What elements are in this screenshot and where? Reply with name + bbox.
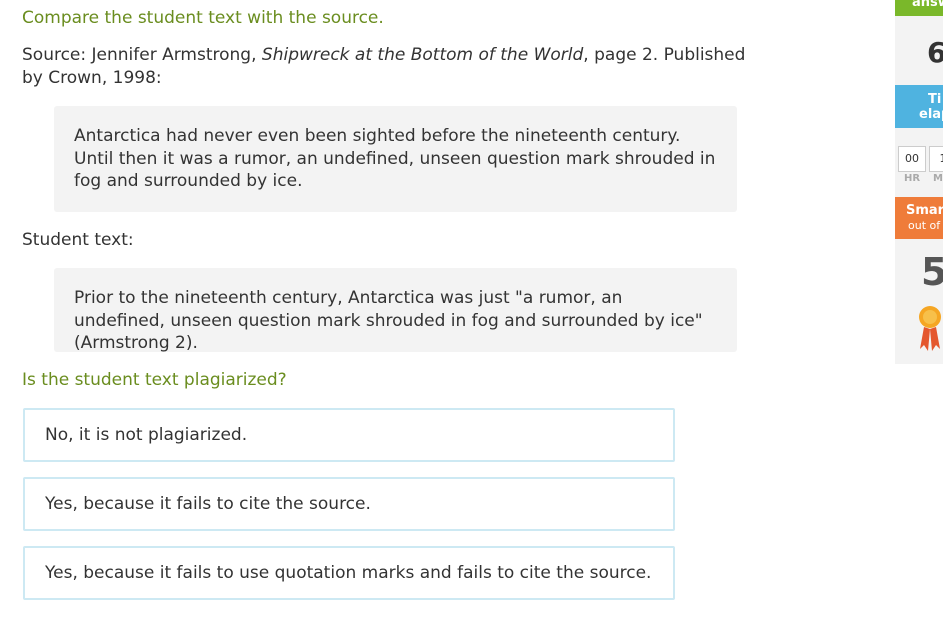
answer-choice-fails-to-cite[interactable]: Yes, because it fails to cite the source… [23, 477, 675, 531]
student-quote-box: Prior to the nineteenth century, Antarct… [54, 268, 737, 353]
answer-choice-not-plagiarized[interactable]: No, it is not plagiarized. [23, 408, 675, 462]
questions-answered-header: answ [895, 0, 943, 16]
smartscore-label: Smar [906, 203, 943, 218]
smartscore-sublabel: out of [908, 219, 941, 232]
timer-hours-label: HR [904, 173, 921, 184]
source-title: Shipwreck at the Bottom of the World [261, 45, 584, 65]
smartscore-header: Smar out of [895, 197, 943, 239]
smartscore-value: 5 [921, 250, 943, 294]
timer-minutes-label: M [933, 173, 943, 184]
time-elapsed-label-line2: elap [919, 107, 943, 122]
answer-choice-no-quotes-no-cite[interactable]: Yes, because it fails to use quotation m… [23, 546, 675, 600]
instruction-text: Compare the student text with the source… [22, 8, 384, 28]
source-prefix: Source: Jennifer Armstrong, [22, 45, 262, 65]
progress-sidebar: answ 6 Ti elap 00 1 HR M Smar out of 5 [895, 0, 943, 364]
time-elapsed-label-line1: Ti [928, 92, 942, 107]
student-quote: Prior to the nineteenth century, Antarct… [74, 288, 703, 353]
source-quote-box: Antarctica had never even been sighted b… [54, 106, 737, 212]
source-citation: Source: Jennifer Armstrong, Shipwreck at… [22, 44, 762, 90]
question-text: Is the student text plagiarized? [22, 370, 287, 390]
timer-hours: 00 [898, 146, 926, 172]
time-elapsed-header: Ti elap [895, 85, 943, 128]
source-quote: Antarctica had never even been sighted b… [74, 126, 716, 191]
practice-page: Compare the student text with the source… [0, 0, 943, 621]
questions-answered-label: answ [912, 0, 943, 10]
student-text-label: Student text: [22, 230, 134, 250]
questions-answered-count: 6 [927, 36, 943, 69]
timer-minutes: 1 [929, 146, 943, 172]
award-ribbon-icon [919, 306, 941, 351]
